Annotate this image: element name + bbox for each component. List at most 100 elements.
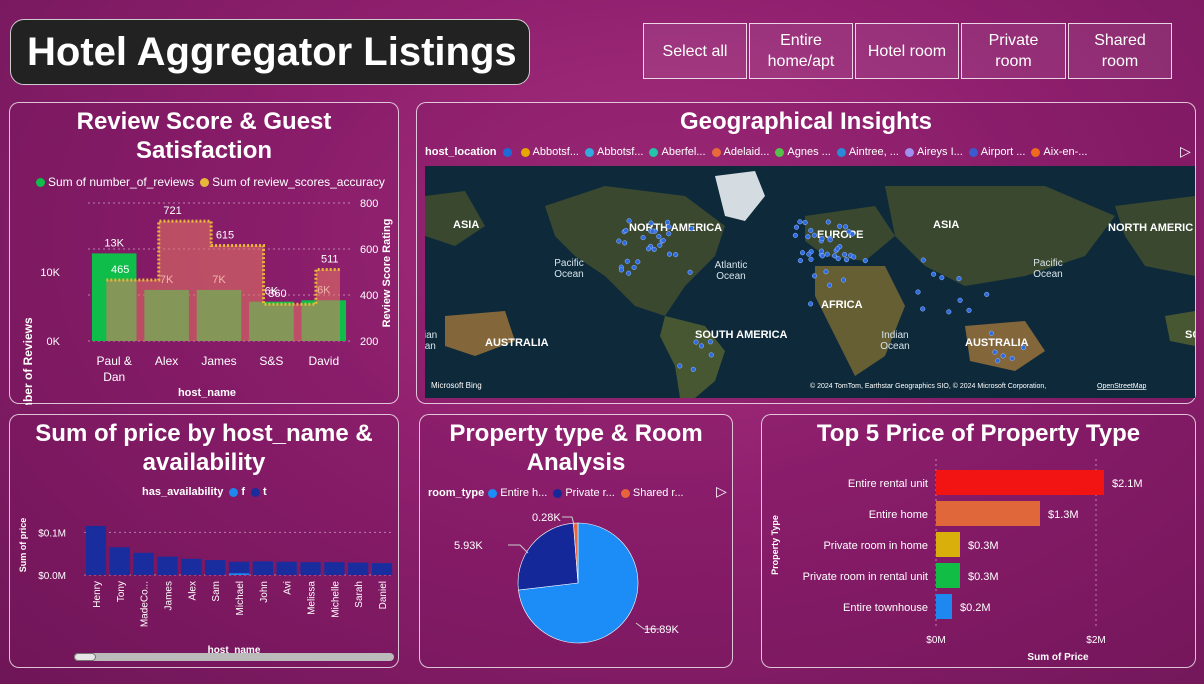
map-data-point — [805, 234, 811, 240]
map-label-pacific_l: Ocean — [554, 269, 583, 280]
availability-t-bar — [133, 552, 154, 575]
price-host-panel[interactable]: Sum of price by host_name & availability… — [9, 414, 399, 668]
host-name-label: Melissa — [307, 581, 318, 615]
map-data-point — [842, 252, 848, 258]
map-data-point — [808, 256, 814, 262]
host-name-label: Sarah — [354, 581, 365, 608]
map-label-asia: ASIA — [933, 219, 959, 231]
property-type-label: Entire townhouse — [843, 602, 928, 614]
property-type-label: Entire home — [869, 509, 928, 521]
horizontal-scrollbar[interactable] — [74, 653, 394, 661]
y-tick-label: $0.0M — [38, 571, 66, 582]
map-data-point — [843, 257, 850, 263]
map-data-point — [666, 224, 672, 230]
geo-legend-dot — [520, 147, 530, 157]
geo-legend-item[interactable]: Aix-en-... — [1043, 146, 1087, 158]
geo-legend-item[interactable]: Agnes ... — [787, 146, 830, 158]
map-data-point — [665, 219, 671, 225]
slicer-select-all-button[interactable]: Select all — [643, 23, 747, 79]
map-data-point — [920, 306, 926, 312]
map-label-indian_l: cean — [425, 341, 436, 352]
svg-text:Sum of price: Sum of price — [18, 518, 28, 573]
geo-legend-item[interactable]: Aberfel... — [661, 146, 705, 158]
host-name-label: Tony — [116, 581, 127, 602]
property-price-label: $1.3M — [1048, 509, 1079, 521]
map-data-point — [618, 267, 624, 273]
geo-legend-dot — [502, 147, 512, 157]
left-tick-label: 10K — [40, 267, 60, 279]
map-data-point — [648, 220, 654, 226]
world-map[interactable]: ASIA NORTH AMERICAEUROPEASIA NORTH AMERICP… — [425, 166, 1195, 398]
geo-legend-item[interactable]: Aireys I... — [917, 146, 963, 158]
review-score-panel[interactable]: Review Score & Guest Satisfaction Sum of… — [9, 102, 400, 405]
availability-t-bar — [276, 561, 297, 575]
property-price-label: $0.3M — [968, 571, 999, 583]
availability-t-bar — [85, 525, 107, 575]
map-data-point — [645, 246, 652, 252]
map-data-point — [840, 277, 847, 283]
property-price-bar — [936, 532, 960, 557]
geo-legend-item[interactable]: Adelaid... — [724, 146, 770, 158]
x-tick-label: $0M — [926, 635, 945, 646]
map-data-point — [797, 219, 803, 225]
room-type-pie[interactable]: 16.89K 5.93K 0.28K — [420, 415, 734, 669]
map-data-point — [811, 273, 818, 279]
map-data-point — [660, 237, 666, 244]
x-tick-label: $2M — [1086, 635, 1105, 646]
property-price-bar — [936, 470, 1104, 495]
svg-text:OpenStreetMap: OpenStreetMap — [1097, 383, 1147, 390]
svg-text:host_name: host_name — [178, 387, 236, 399]
map-data-point — [622, 240, 628, 246]
map-data-point — [957, 297, 963, 303]
geo-panel[interactable]: Geographical Insights host_location Abbo… — [416, 102, 1196, 404]
geo-legend-item[interactable]: Aintree, ... — [849, 146, 899, 158]
category-label: David — [308, 354, 339, 368]
map-data-point — [823, 269, 829, 275]
right-tick-label: 800 — [360, 198, 378, 210]
map-label-south_america: SOUTH AMERICA — [695, 329, 788, 341]
scrollbar-thumb[interactable] — [74, 653, 96, 661]
geo-legend-label: host_location — [425, 146, 497, 158]
map-label-so: SO — [1185, 329, 1195, 341]
host-name-label: John — [259, 581, 270, 603]
top5-chart[interactable]: Property Type Sum of Price $0M $2M Entire … — [762, 415, 1197, 669]
geo-legend-item[interactable]: Abbotsf... — [597, 146, 643, 158]
map-data-point — [626, 270, 632, 276]
property-price-label: $0.2M — [960, 602, 991, 614]
geo-title: Geographical Insights — [679, 108, 933, 135]
map-data-point — [819, 253, 825, 259]
geo-legend-item[interactable]: Abbotsf... — [533, 146, 579, 158]
property-type-label: Entire rental unit — [848, 478, 928, 490]
availability-t-bar — [181, 558, 202, 575]
map-data-point — [698, 343, 705, 349]
price-host-chart[interactable]: Sum of price host_name $0.1M$0.0MHenry To… — [10, 415, 400, 669]
map-data-point — [825, 219, 831, 225]
map-data-point — [631, 264, 637, 271]
slicer-entire-home-button[interactable]: Entire home/apt — [749, 23, 853, 79]
map-data-point — [806, 251, 812, 257]
map-label-pacific_r: Ocean — [1033, 269, 1062, 280]
legend-next-icon[interactable]: ▷ — [1180, 143, 1191, 160]
slicer-shared-room-button[interactable]: Shared room — [1068, 23, 1172, 79]
property-price-label: $2.1M — [1112, 478, 1143, 490]
review-chart[interactable]: Number of Reviews Review Score Rating ho… — [10, 103, 400, 405]
availability-f-bar — [228, 573, 250, 575]
accuracy-data-label: 465 — [111, 264, 129, 276]
svg-text:© 2024 TomTom, Earthstar Geogr: © 2024 TomTom, Earthstar Geographics SIO… — [810, 382, 1046, 390]
map-data-point — [687, 269, 693, 275]
map-label-australia_l: AUSTRALIA — [485, 337, 549, 349]
geo-legend-item[interactable]: Airport ... — [981, 146, 1026, 158]
property-panel[interactable]: Property type & Room Analysis room_type … — [419, 414, 733, 668]
geo-legend-dot — [775, 147, 785, 157]
map-data-point — [624, 258, 630, 264]
map-data-point — [690, 366, 696, 372]
map-data-point — [793, 224, 800, 230]
slicer-private-room-button[interactable]: Private room — [961, 23, 1066, 79]
top5-panel[interactable]: Top 5 Price of Property Type Property Ty… — [761, 414, 1196, 668]
map-data-point — [995, 358, 1001, 364]
map-data-point — [802, 219, 808, 226]
map-data-point — [623, 227, 629, 234]
report-title: Hotel Aggregator Listings — [27, 30, 517, 74]
slicer-hotel-room-button[interactable]: Hotel room — [855, 23, 959, 79]
map-data-point — [635, 259, 641, 265]
